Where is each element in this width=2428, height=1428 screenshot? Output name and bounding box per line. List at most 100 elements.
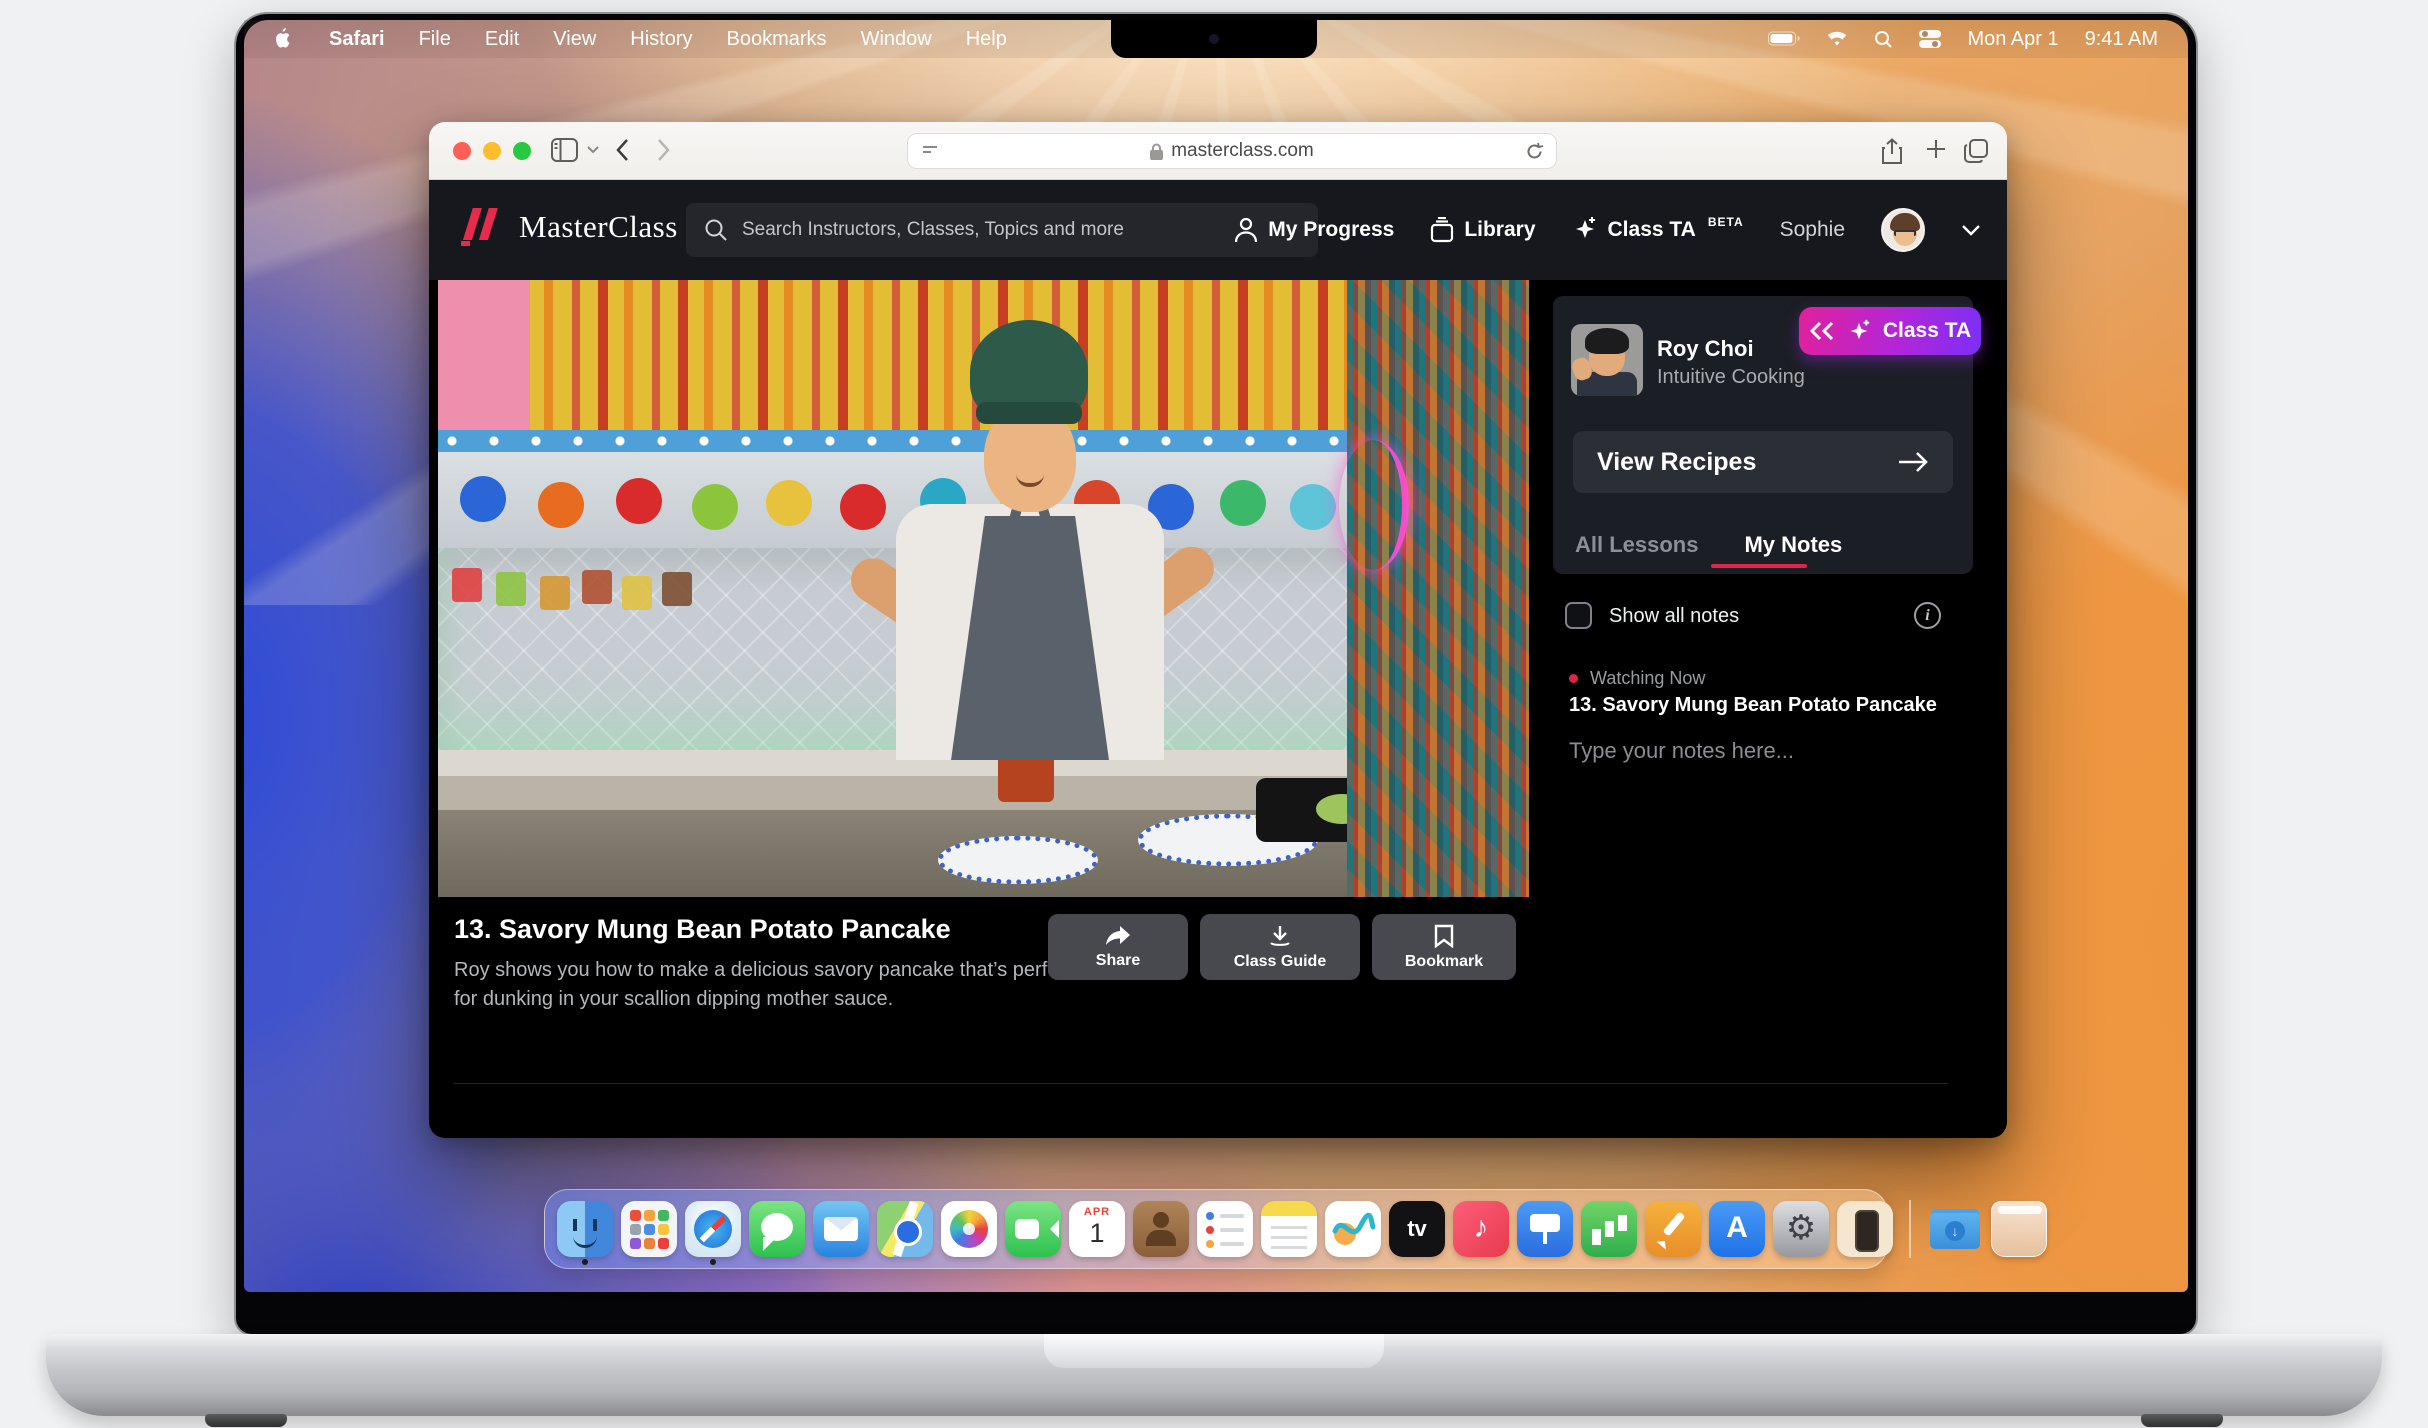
dock-app-keynote[interactable] xyxy=(1517,1201,1573,1257)
nav-my-progress[interactable]: My Progress xyxy=(1234,217,1394,243)
nav-library[interactable]: Library xyxy=(1430,217,1535,243)
menu-bar-status: Mon Apr 1 9:41 AM xyxy=(1768,28,2188,51)
search-icon xyxy=(704,218,728,242)
download-icon xyxy=(1268,924,1292,948)
library-icon xyxy=(1430,217,1454,243)
display-notch xyxy=(1111,20,1317,58)
class-guide-button[interactable]: Class Guide xyxy=(1200,914,1360,980)
info-icon[interactable]: i xyxy=(1914,602,1941,629)
masterclass-logo[interactable]: MasterClass xyxy=(459,206,678,248)
view-recipes-button[interactable]: View Recipes xyxy=(1573,431,1953,493)
class-ta-collapse-button[interactable]: Class TA xyxy=(1799,307,1981,355)
sidebar-toggle-icon[interactable] xyxy=(551,138,578,162)
dock-app-freeform[interactable] xyxy=(1325,1201,1381,1257)
tv-label: tv xyxy=(1407,1216,1427,1241)
dock-app-notes[interactable] xyxy=(1261,1201,1317,1257)
masterclass-header: MasterClass My Progress xyxy=(429,180,2007,280)
dock-trash[interactable] xyxy=(1991,1201,2047,1257)
apple-menu-icon[interactable] xyxy=(276,28,295,51)
menu-item-window[interactable]: Window xyxy=(861,28,932,51)
gear-glyph: ⚙ xyxy=(1786,1209,1816,1247)
dock-app-launchpad[interactable] xyxy=(621,1201,677,1257)
dock-downloads-folder[interactable]: ↓ xyxy=(1927,1201,1983,1257)
dock-app-pages[interactable] xyxy=(1645,1201,1701,1257)
dock-app-messages[interactable] xyxy=(749,1201,805,1257)
lesson-title: 13. Savory Mung Bean Potato Pancake xyxy=(454,914,951,945)
share-icon[interactable] xyxy=(1881,138,1903,164)
dock-app-iphone-mirroring[interactable] xyxy=(1837,1201,1893,1257)
address-bar-url: masterclass.com xyxy=(1171,140,1314,162)
back-button[interactable] xyxy=(615,138,629,162)
dock-app-photos[interactable] xyxy=(941,1201,997,1257)
lock-icon xyxy=(1150,143,1163,160)
show-all-notes-checkbox[interactable] xyxy=(1565,602,1592,629)
dock-app-facetime[interactable] xyxy=(1005,1201,1061,1257)
window-minimize-button[interactable] xyxy=(483,142,501,160)
account-avatar[interactable] xyxy=(1881,208,1925,252)
page-content: Roy Choi Intuitive Cooking View Recipes … xyxy=(429,280,2007,1138)
share-button[interactable]: Share xyxy=(1048,914,1188,980)
dock-app-calendar[interactable]: APR 1 xyxy=(1069,1201,1125,1257)
safari-toolbar: masterclass.com xyxy=(429,122,2007,180)
notes-input[interactable]: Type your notes here... xyxy=(1569,738,1794,764)
bookmark-button[interactable]: Bookmark xyxy=(1372,914,1516,980)
tab-overview-icon[interactable] xyxy=(1963,138,1989,164)
tab-my-notes[interactable]: My Notes xyxy=(1744,532,1842,558)
lesson-actions: Share Class Guide Bookmark xyxy=(1048,914,1516,980)
chef-beanie-band xyxy=(976,402,1082,424)
lesson-description: Roy shows you how to make a delicious sa… xyxy=(454,956,1074,1014)
sidebar-chevron-icon[interactable] xyxy=(587,146,599,154)
dock-app-maps[interactable] xyxy=(877,1201,933,1257)
avatar-glasses xyxy=(1894,230,1916,236)
dock-app-safari[interactable] xyxy=(685,1201,741,1257)
menu-item-bookmarks[interactable]: Bookmarks xyxy=(727,28,827,51)
account-chevron-icon[interactable] xyxy=(1961,224,1981,236)
spotlight-search-icon[interactable] xyxy=(1874,30,1893,49)
share-button-label: Share xyxy=(1096,952,1140,970)
menu-item-help[interactable]: Help xyxy=(966,28,1007,51)
menu-item-file[interactable]: File xyxy=(419,28,451,51)
menu-item-safari[interactable]: Safari xyxy=(329,28,385,51)
dock-app-finder[interactable] xyxy=(557,1201,613,1257)
macbook-base xyxy=(46,1334,2382,1416)
calendar-month-label: APR xyxy=(1069,1206,1125,1218)
watching-now-row: Watching Now xyxy=(1569,668,1705,689)
dock-app-music[interactable]: ♪ xyxy=(1453,1201,1509,1257)
window-zoom-button[interactable] xyxy=(513,142,531,160)
beta-badge: BETA xyxy=(1708,215,1744,229)
menu-item-view[interactable]: View xyxy=(553,28,596,51)
address-bar[interactable]: masterclass.com xyxy=(907,133,1557,169)
window-close-button[interactable] xyxy=(453,142,471,160)
account-name[interactable]: Sophie xyxy=(1780,218,1845,242)
wifi-icon[interactable] xyxy=(1826,31,1848,48)
instructor-avatar-hair xyxy=(1585,328,1629,354)
tab-all-lessons[interactable]: All Lessons xyxy=(1575,532,1698,558)
control-center-icon[interactable] xyxy=(1919,30,1941,48)
dock-app-system-settings[interactable]: ⚙ xyxy=(1773,1201,1829,1257)
video-player[interactable] xyxy=(438,280,1529,897)
instructor-avatar xyxy=(1571,324,1643,396)
instructor-class-name: Intuitive Cooking xyxy=(1657,366,1805,389)
dock-app-mail[interactable] xyxy=(813,1201,869,1257)
new-tab-icon[interactable] xyxy=(1925,138,1947,160)
dock-app-reminders[interactable] xyxy=(1197,1201,1253,1257)
video-art-bowls xyxy=(460,476,506,522)
forward-button[interactable] xyxy=(657,138,671,162)
desktop-scene: Safari File Edit View History Bookmarks … xyxy=(0,0,2428,1428)
nav-class-ta[interactable]: Class TABETA xyxy=(1572,216,1744,244)
dock-app-tv[interactable]: tv xyxy=(1389,1201,1445,1257)
menu-item-history[interactable]: History xyxy=(630,28,692,51)
site-search[interactable] xyxy=(686,203,1318,257)
reload-icon[interactable] xyxy=(1525,142,1544,161)
dock-app-contacts[interactable] xyxy=(1133,1201,1189,1257)
search-input[interactable] xyxy=(742,219,1300,241)
video-art-neon-light xyxy=(1339,440,1409,570)
menu-item-edit[interactable]: Edit xyxy=(485,28,519,51)
dock-app-app-store[interactable]: A xyxy=(1709,1201,1765,1257)
dock-app-numbers[interactable] xyxy=(1581,1201,1637,1257)
menu-bar-clock[interactable]: 9:41 AM xyxy=(2085,28,2158,51)
battery-icon[interactable] xyxy=(1768,31,1800,47)
calendar-day-label: 1 xyxy=(1069,1218,1125,1248)
reader-icon[interactable] xyxy=(920,142,940,162)
menu-bar-date[interactable]: Mon Apr 1 xyxy=(1967,28,2058,51)
